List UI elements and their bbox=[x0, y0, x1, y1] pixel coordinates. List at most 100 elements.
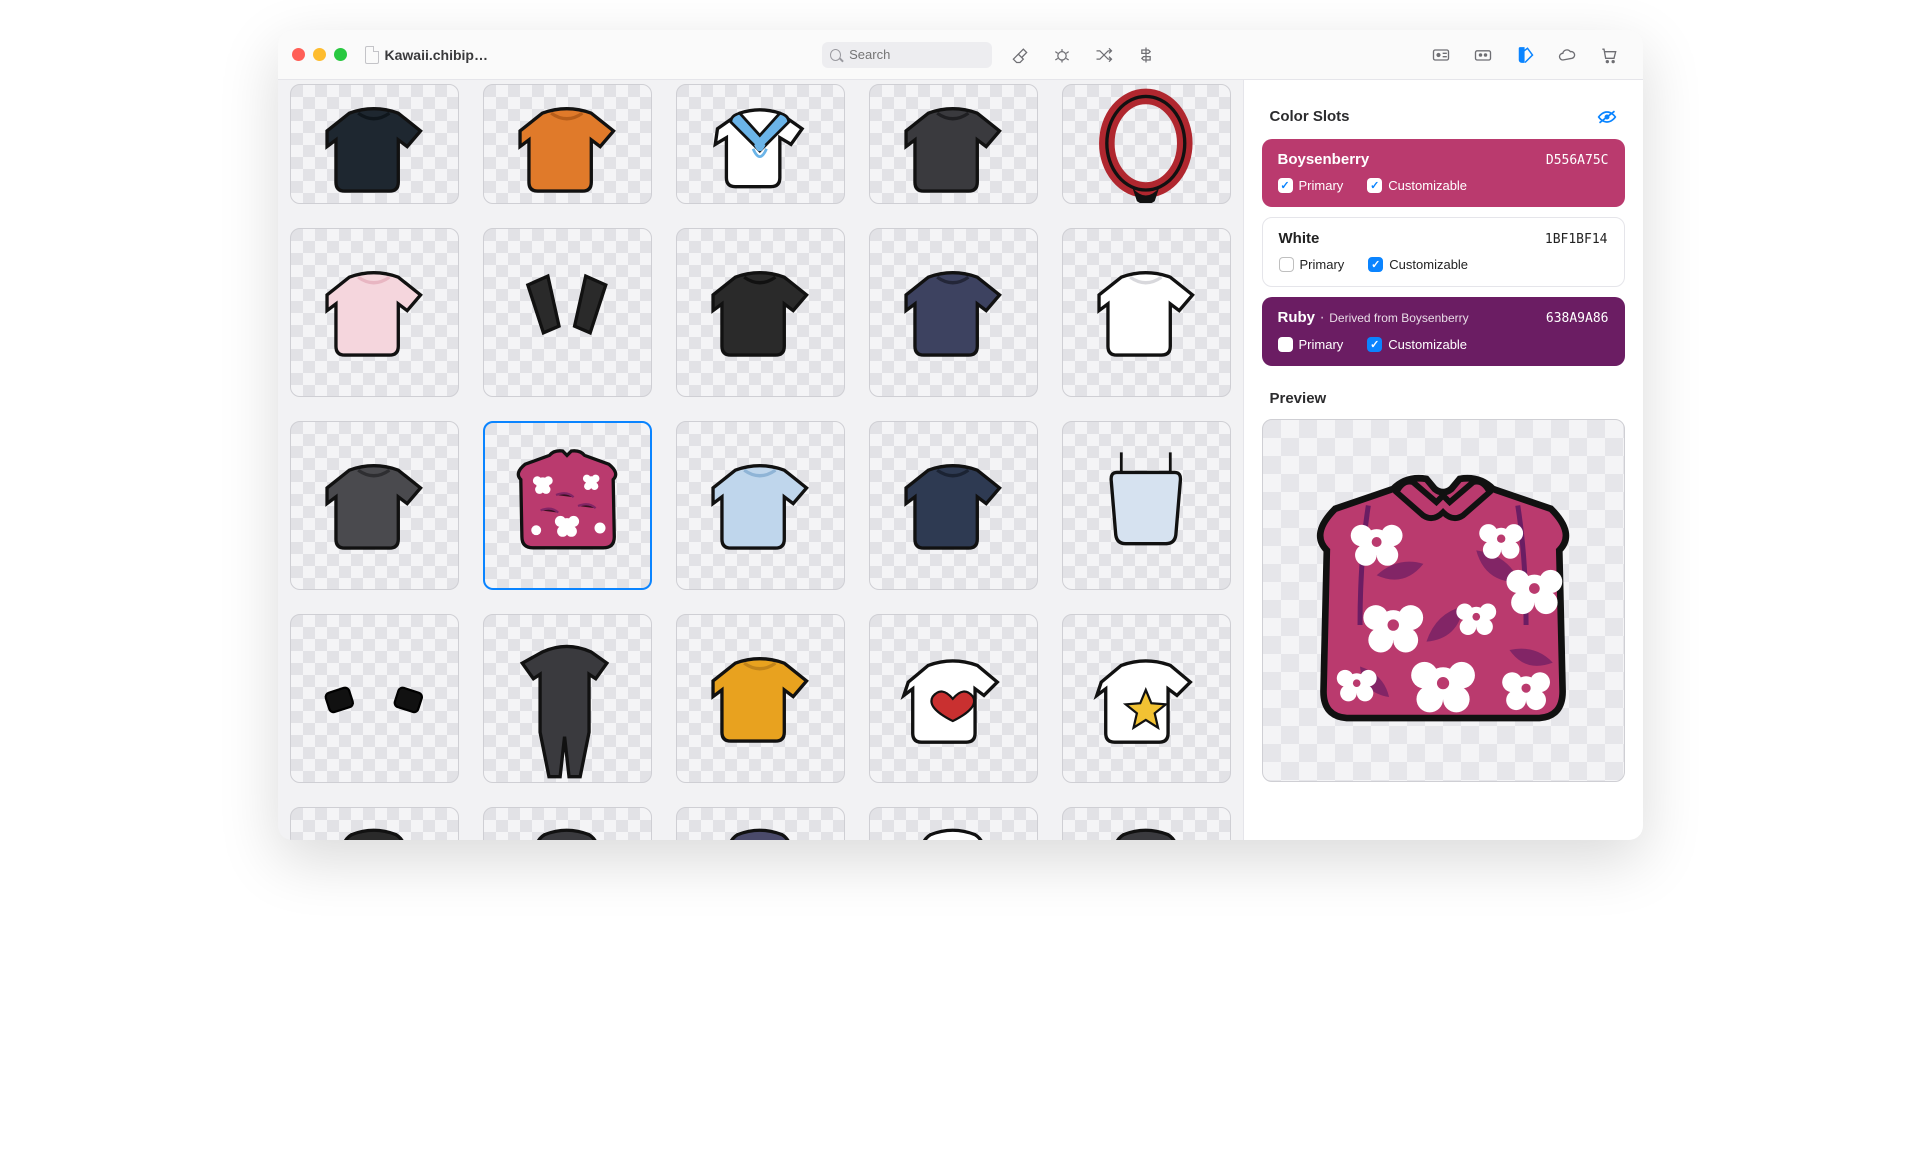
asset-tile-camisole-iceblue[interactable] bbox=[1062, 421, 1231, 590]
document-icon bbox=[365, 46, 379, 64]
garment-art bbox=[886, 246, 1020, 380]
asset-tile-button-cardigan-navy[interactable] bbox=[869, 421, 1038, 590]
asset-tile-biker-jacket[interactable] bbox=[676, 228, 845, 397]
visibility-toggle-icon[interactable] bbox=[1597, 109, 1617, 125]
id-card-icon[interactable] bbox=[1431, 45, 1451, 65]
slot-name: Boysenberry bbox=[1278, 151, 1370, 168]
asset-tile-coat-peek[interactable] bbox=[483, 807, 652, 840]
asset-tile-hoodie-dark[interactable] bbox=[290, 84, 459, 204]
slot-name: White bbox=[1279, 230, 1320, 247]
garment-art bbox=[693, 246, 827, 380]
asset-tile-hawaiian-boysenberry[interactable] bbox=[483, 421, 652, 590]
asset-tile-blouse-lightblue[interactable] bbox=[676, 421, 845, 590]
asset-tile-pants-peek[interactable] bbox=[290, 807, 459, 840]
inspector-tabs bbox=[1431, 45, 1629, 65]
customizable-checkbox[interactable]: ✓Customizable bbox=[1367, 178, 1467, 193]
garment-art bbox=[1079, 808, 1213, 840]
garment-art bbox=[307, 632, 441, 766]
slot-hash: 638A9A86 bbox=[1546, 311, 1609, 326]
asset-tile-blank-peek[interactable] bbox=[869, 807, 1038, 840]
garment-art bbox=[1079, 246, 1213, 380]
slot-derived: Derived from Boysenberry bbox=[1329, 311, 1468, 325]
garment-art bbox=[693, 632, 827, 766]
asset-tile-bodysuit-charcoal[interactable] bbox=[483, 614, 652, 783]
asset-tile-longsleeve-white[interactable] bbox=[1062, 228, 1231, 397]
garment-art bbox=[693, 808, 827, 840]
preview-viewport bbox=[1262, 419, 1625, 782]
minimize-button[interactable] bbox=[313, 48, 326, 61]
cloud-icon[interactable] bbox=[1557, 45, 1577, 65]
garment-art bbox=[886, 439, 1020, 573]
asset-tile-crewneck-peek[interactable] bbox=[676, 807, 845, 840]
garment-art bbox=[886, 84, 1020, 176]
app-window: Kawaii.chibip… bbox=[278, 30, 1643, 840]
document-title[interactable]: Kawaii.chibip… bbox=[365, 46, 488, 64]
asset-tile-tee-star[interactable] bbox=[1062, 614, 1231, 783]
color-slots-header: Color Slots bbox=[1244, 80, 1643, 139]
garment-art bbox=[501, 440, 633, 572]
garment-art bbox=[1079, 84, 1213, 176]
document-title-text: Kawaii.chibip… bbox=[385, 47, 488, 63]
zoom-button[interactable] bbox=[334, 48, 347, 61]
garment-art bbox=[500, 632, 634, 766]
asset-tile-cardigan-pink[interactable] bbox=[290, 228, 459, 397]
customizable-checkbox[interactable]: ✓Customizable bbox=[1367, 337, 1467, 352]
asset-tile-collar-necklace[interactable] bbox=[1062, 84, 1231, 204]
asset-tile-button-shirt-navy[interactable] bbox=[869, 228, 1038, 397]
garment-art bbox=[693, 439, 827, 573]
asset-tile-hooded-mustard[interactable] bbox=[676, 614, 845, 783]
color-slot-boysenberry[interactable]: Boysenberry D556A75C ✓Primary ✓Customiza… bbox=[1262, 139, 1625, 207]
preview-art bbox=[1277, 459, 1609, 741]
inspector-panel: Color Slots Boysenberry D556A75C ✓Primar… bbox=[1243, 80, 1643, 840]
garment-art bbox=[1079, 632, 1213, 766]
customizable-checkbox[interactable]: ✓Customizable bbox=[1368, 257, 1468, 272]
search-icon bbox=[830, 49, 841, 61]
cart-icon[interactable] bbox=[1599, 45, 1619, 65]
close-button[interactable] bbox=[292, 48, 305, 61]
garment-art bbox=[307, 439, 441, 573]
asset-tile-tank-peek[interactable] bbox=[1062, 807, 1231, 840]
asset-tile-blazer-charcoal[interactable] bbox=[869, 84, 1038, 204]
toolbar-tools bbox=[1010, 45, 1156, 65]
garment-art bbox=[1079, 439, 1213, 573]
color-slot-ruby[interactable]: Ruby · Derived from Boysenberry 638A9A86… bbox=[1262, 297, 1625, 366]
asset-tile-biker-sleeves[interactable] bbox=[483, 228, 652, 397]
eraser-icon[interactable] bbox=[1010, 45, 1030, 65]
garment-art bbox=[500, 84, 634, 176]
color-slot-white[interactable]: White 1BF1BF14 Primary ✓Customizable bbox=[1262, 217, 1625, 287]
traffic-lights[interactable] bbox=[292, 48, 347, 61]
primary-checkbox[interactable]: Primary bbox=[1278, 337, 1344, 352]
search-input[interactable] bbox=[847, 46, 984, 63]
garment-art bbox=[307, 246, 441, 380]
asset-grid bbox=[290, 84, 1231, 840]
search-field[interactable] bbox=[822, 42, 992, 68]
garment-art bbox=[693, 84, 827, 176]
preview-title: Preview bbox=[1244, 366, 1643, 419]
signpost-icon[interactable] bbox=[1136, 45, 1156, 65]
garment-art bbox=[886, 808, 1020, 840]
shuffle-icon[interactable] bbox=[1094, 45, 1114, 65]
garment-art bbox=[307, 84, 441, 176]
primary-checkbox[interactable]: Primary bbox=[1279, 257, 1345, 272]
body: Color Slots Boysenberry D556A75C ✓Primar… bbox=[278, 80, 1643, 840]
slot-hash: D556A75C bbox=[1546, 153, 1609, 168]
garment-art bbox=[500, 246, 634, 380]
slot-hash: 1BF1BF14 bbox=[1545, 232, 1608, 247]
color-slots-list: Boysenberry D556A75C ✓Primary ✓Customiza… bbox=[1244, 139, 1643, 366]
asset-tile-sweater-grey[interactable] bbox=[290, 421, 459, 590]
slot-name: Ruby bbox=[1278, 309, 1316, 326]
garment-art bbox=[500, 808, 634, 840]
swatch-icon[interactable] bbox=[1515, 45, 1535, 65]
primary-checkbox[interactable]: ✓Primary bbox=[1278, 178, 1344, 193]
asset-tile-sailor-top[interactable] bbox=[676, 84, 845, 204]
garment-art bbox=[886, 632, 1020, 766]
asset-grid-scroll[interactable] bbox=[278, 80, 1243, 840]
color-slots-title: Color Slots bbox=[1270, 108, 1350, 125]
asset-tile-offshoulder-orange[interactable] bbox=[483, 84, 652, 204]
asset-tile-cuffs-black[interactable] bbox=[290, 614, 459, 783]
garment-art bbox=[307, 808, 441, 840]
titlebar: Kawaii.chibip… bbox=[278, 30, 1643, 80]
asset-tile-tee-heart[interactable] bbox=[869, 614, 1038, 783]
bug-icon[interactable] bbox=[1052, 45, 1072, 65]
cassette-icon[interactable] bbox=[1473, 45, 1493, 65]
